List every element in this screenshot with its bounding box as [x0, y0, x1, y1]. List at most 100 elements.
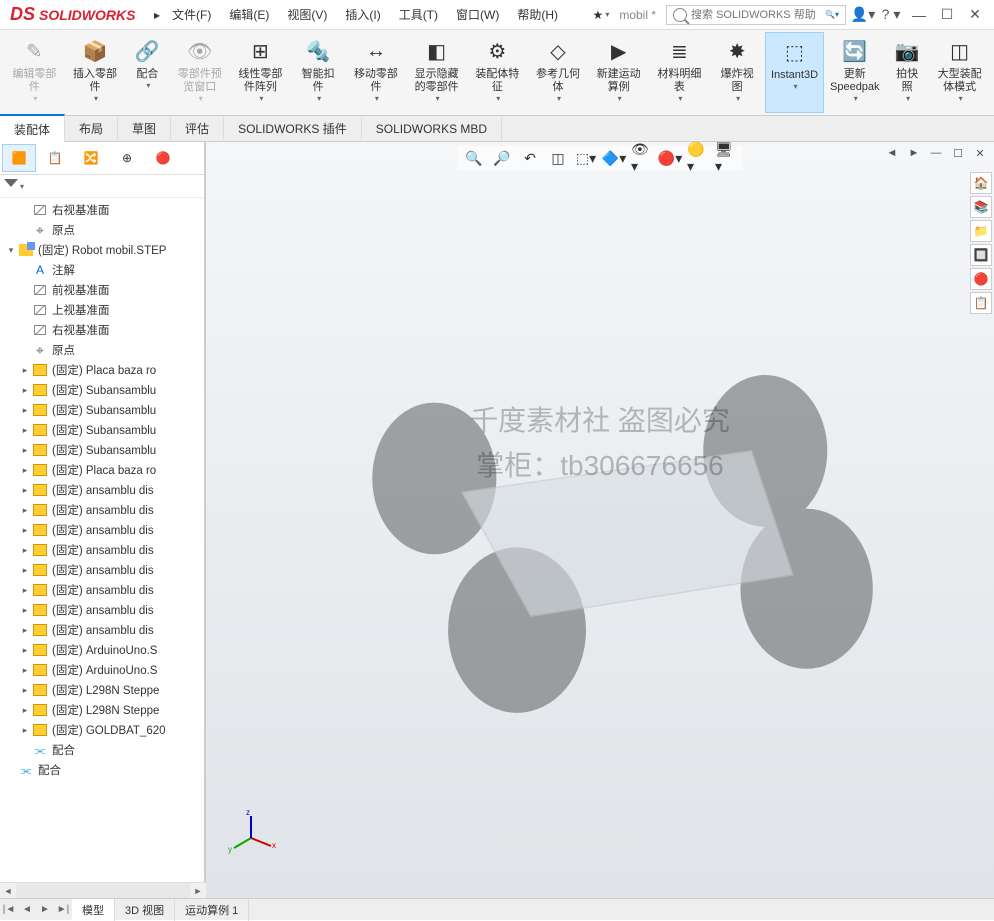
- expand-icon[interactable]: ▸: [20, 385, 30, 395]
- tab-SOLIDWORKS 插件[interactable]: SOLIDWORKS 插件: [224, 115, 362, 142]
- vp-next-icon[interactable]: ►: [904, 144, 924, 162]
- tree-item[interactable]: ⌖原点: [0, 220, 204, 240]
- menu-编辑(E)[interactable]: 编辑(E): [221, 2, 277, 27]
- tab-草图[interactable]: 草图: [118, 115, 171, 142]
- expand-icon[interactable]: ▸: [20, 585, 30, 595]
- ribbon-插入零部件[interactable]: 📦插入零部件▾: [65, 32, 126, 113]
- tab-布局[interactable]: 布局: [65, 115, 118, 142]
- menu-工具(T)[interactable]: 工具(T): [391, 2, 446, 27]
- expand-icon[interactable]: ▸: [20, 425, 30, 435]
- expand-icon[interactable]: ▸: [20, 705, 30, 715]
- menu-dropdown-icon[interactable]: ▸: [150, 8, 164, 22]
- tree-item[interactable]: A注解: [0, 260, 204, 280]
- tree-item[interactable]: 前视基准面: [0, 280, 204, 300]
- tree-item[interactable]: ▸(固定) ansamblu dis: [0, 520, 204, 540]
- expand-icon[interactable]: ▾: [6, 245, 16, 255]
- ribbon-移动零部件[interactable]: ↔移动零部件▾: [346, 32, 407, 113]
- view-settings-icon[interactable]: 🖥▾: [715, 148, 737, 168]
- search-dropdown-icon[interactable]: 🔍▾: [825, 10, 839, 19]
- resources-icon[interactable]: 📚: [970, 196, 992, 218]
- expand-icon[interactable]: ▸: [20, 625, 30, 635]
- hide-show-icon[interactable]: 👁▾: [631, 148, 653, 168]
- close-button[interactable]: ✕: [962, 3, 988, 27]
- view-palette-icon[interactable]: 🔲: [970, 244, 992, 266]
- expand-icon[interactable]: [20, 345, 30, 355]
- tree-item[interactable]: ▸(固定) ansamblu dis: [0, 560, 204, 580]
- ribbon-显示隐藏的零部件[interactable]: ◧显示隐藏的零部件▾: [406, 32, 467, 113]
- vp-minimize-icon[interactable]: —: [926, 144, 946, 162]
- panel-scrollbar[interactable]: ◄ ►: [0, 882, 206, 898]
- expand-icon[interactable]: [20, 325, 30, 335]
- expand-icon[interactable]: [20, 265, 30, 275]
- tree-item[interactable]: 右视基准面: [0, 200, 204, 220]
- ribbon-大型装配体模式[interactable]: ◫大型装配体模式▾: [929, 32, 990, 113]
- prev-view-icon[interactable]: ↶: [519, 148, 541, 168]
- ribbon-材料明细表[interactable]: ≣材料明细表▾: [649, 32, 710, 113]
- expand-icon[interactable]: ▸: [20, 445, 30, 455]
- graphics-viewport[interactable]: ◄ ► — ☐ ✕ 🔍 🔎 ↶ ◫ ⬚▾ 🔷▾ 👁▾ 🔴▾ 🟡▾ 🖥▾ 🏠 📚 …: [206, 142, 994, 898]
- expand-icon[interactable]: ▸: [20, 405, 30, 415]
- library-icon[interactable]: 📁: [970, 220, 992, 242]
- expand-icon[interactable]: ▸: [20, 525, 30, 535]
- tree-item[interactable]: ▸(固定) ansamblu dis: [0, 480, 204, 500]
- tree-item[interactable]: ⫘配合: [0, 760, 204, 780]
- display-style-icon[interactable]: 🔷▾: [603, 148, 625, 168]
- display-tab[interactable]: ⊕: [110, 144, 144, 172]
- menu-视图(V)[interactable]: 视图(V): [279, 2, 335, 27]
- zoom-area-icon[interactable]: 🔎: [491, 148, 513, 168]
- tree-item[interactable]: ▸(固定) Placa baza ro: [0, 360, 204, 380]
- expand-icon[interactable]: ▸: [20, 665, 30, 675]
- tree-item[interactable]: ▸(固定) ansamblu dis: [0, 600, 204, 620]
- motion-tab-模型[interactable]: 模型: [72, 899, 115, 921]
- tree-item[interactable]: ▸(固定) Subansamblu: [0, 420, 204, 440]
- config-tab[interactable]: 🔀: [74, 144, 108, 172]
- tree-item[interactable]: ▸(固定) Subansamblu: [0, 400, 204, 420]
- tree-item[interactable]: ▸(固定) Subansamblu: [0, 380, 204, 400]
- tree-item[interactable]: ▸(固定) L298N Steppe: [0, 700, 204, 720]
- menu-插入(I)[interactable]: 插入(I): [337, 2, 388, 27]
- section-view-icon[interactable]: ◫: [547, 148, 569, 168]
- vp-prev-icon[interactable]: ◄: [882, 144, 902, 162]
- expand-icon[interactable]: ▸: [20, 545, 30, 555]
- home-icon[interactable]: 🏠: [970, 172, 992, 194]
- expand-icon[interactable]: ▸: [20, 565, 30, 575]
- tree-item[interactable]: ▸(固定) ansamblu dis: [0, 580, 204, 600]
- ribbon-拍快照[interactable]: 📷拍快照▾: [885, 32, 929, 113]
- expand-icon[interactable]: ▸: [20, 465, 30, 475]
- menu-文件(F)[interactable]: 文件(F): [164, 2, 219, 27]
- zoom-fit-icon[interactable]: 🔍: [463, 148, 485, 168]
- scroll-right-icon[interactable]: ►: [190, 883, 206, 898]
- tree-item[interactable]: ▸(固定) ArduinoUno.S: [0, 660, 204, 680]
- tree-item[interactable]: 右视基准面: [0, 320, 204, 340]
- expand-icon[interactable]: [20, 225, 30, 235]
- ribbon-零部件预览窗口[interactable]: 👁零部件预览窗口▾: [169, 32, 230, 113]
- expand-icon[interactable]: ▸: [20, 505, 30, 515]
- filter-row[interactable]: ▾: [0, 175, 204, 198]
- tree-item[interactable]: ▸(固定) GOLDBAT_620: [0, 720, 204, 740]
- ribbon-新建运动算例[interactable]: ▶新建运动算例▾: [588, 32, 649, 113]
- tab-评估[interactable]: 评估: [171, 115, 224, 142]
- appearance-icon[interactable]: 🔴▾: [659, 148, 681, 168]
- tab-SOLIDWORKS MBD[interactable]: SOLIDWORKS MBD: [362, 117, 502, 141]
- tab-last-icon[interactable]: ►|: [54, 901, 72, 919]
- expand-icon[interactable]: ▸: [20, 605, 30, 615]
- menu-star-icon[interactable]: ★ ▾: [589, 8, 614, 22]
- ribbon-线性零部件阵列[interactable]: ⊞线性零部件阵列▾: [230, 32, 291, 113]
- vp-close-icon[interactable]: ✕: [970, 144, 990, 162]
- tree-item[interactable]: ▾(固定) Robot mobil.STEP: [0, 240, 204, 260]
- tree-item[interactable]: ▸(固定) ansamblu dis: [0, 540, 204, 560]
- ribbon-更新 Speedpak[interactable]: 🔄更新 Speedpak▾: [824, 32, 885, 113]
- ribbon-配合[interactable]: 🔗配合▾: [125, 32, 169, 113]
- search-box[interactable]: 🔍▾: [666, 5, 846, 25]
- scene-icon[interactable]: 🟡▾: [687, 148, 709, 168]
- tree-item[interactable]: ▸(固定) Placa baza ro: [0, 460, 204, 480]
- search-input[interactable]: [691, 9, 821, 21]
- expand-icon[interactable]: [20, 205, 30, 215]
- tree-item[interactable]: ▸(固定) L298N Steppe: [0, 680, 204, 700]
- expand-icon[interactable]: [20, 305, 30, 315]
- vp-maximize-icon[interactable]: ☐: [948, 144, 968, 162]
- menu-帮助(H)[interactable]: 帮助(H): [509, 2, 566, 27]
- minimize-button[interactable]: —: [906, 3, 932, 27]
- tab-prev-icon[interactable]: ◄: [18, 901, 36, 919]
- help-icon[interactable]: ? ▾: [878, 3, 904, 27]
